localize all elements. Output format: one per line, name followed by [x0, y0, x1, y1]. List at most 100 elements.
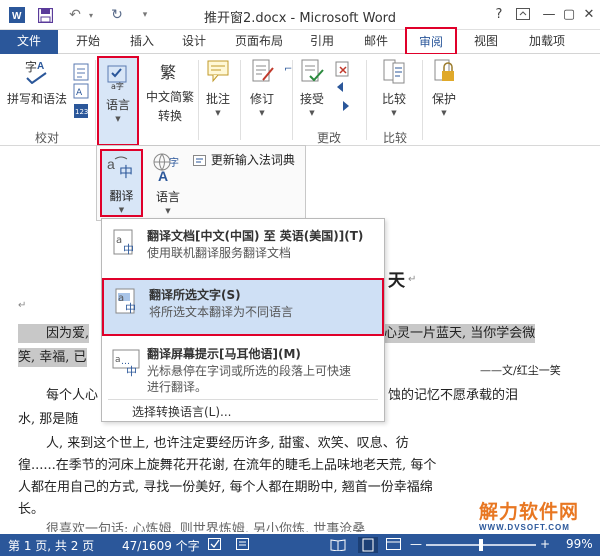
changes-small-icons[interactable]	[334, 60, 352, 122]
menu-item-translate-document[interactable]: a中 翻译文档[中文(中国) 至 英语(美国)](T) 使用联机翻译服务翻译文档	[102, 221, 384, 275]
chevron-down-icon: ▼	[215, 109, 221, 117]
chevron-down-icon: ▼	[309, 109, 315, 117]
attribution-text: ——文/红尘一笑	[480, 364, 561, 377]
zoom-in-button[interactable]: +	[540, 537, 550, 551]
track-changes-button[interactable]: 修订 ▼	[244, 58, 280, 128]
svg-text:字: 字	[25, 59, 37, 74]
print-layout-icon[interactable]	[358, 537, 378, 553]
svg-text:a: a	[118, 293, 124, 304]
status-bar: 第 1 页, 共 2 页 47/1609 个字 — + 99%	[0, 534, 600, 556]
translate-dropdown: a中 翻译文档[中文(中国) 至 英语(美国)](T) 使用联机翻译服务翻译文档…	[101, 218, 385, 422]
group-separator	[292, 60, 293, 140]
track-changes-icon	[249, 58, 275, 84]
read-mode-icon[interactable]	[330, 538, 346, 554]
group-separator	[240, 60, 241, 140]
group-proofing-label: 校对	[34, 131, 59, 145]
comment-button[interactable]: 批注 ▼	[200, 58, 236, 128]
spelling-icon: 字A	[24, 58, 50, 85]
compare-icon	[381, 58, 407, 84]
update-ime-button[interactable]: 更新输入法词典	[193, 151, 295, 168]
ribbon-review: 字A 拼写和语法 A 123 校对 a字 语言 ▼ 繁 中文简繁 转换 批注 ▼	[0, 54, 600, 146]
compare-button[interactable]: 比较 ▼	[372, 58, 416, 128]
doc-line: 徨......在季节的河床上旋舞花开花谢, 在流年的睫毛上品味地老天荒, 每个	[18, 458, 437, 473]
translate-selection-icon: a中	[114, 288, 142, 318]
chinese-conversion-button[interactable]: 繁 中文简繁 转换	[143, 58, 197, 128]
lock-icon	[431, 58, 457, 84]
doc-line: 因为爱,	[18, 322, 90, 343]
svg-text:A: A	[37, 61, 44, 72]
language-button[interactable]: a字 语言 ▼	[97, 56, 139, 146]
close-button[interactable]: ✕	[578, 4, 600, 24]
tab-page-layout[interactable]: 页面布局	[226, 30, 292, 54]
svg-text:a: a	[115, 355, 121, 365]
tab-mailings[interactable]: 邮件	[354, 30, 398, 54]
window-title: 推开窗2.docx - Microsoft Word	[203, 11, 397, 26]
translate-document-icon: a中	[112, 229, 140, 259]
site-logo-watermark: 解力软件网 WWW.DVSOFT.COM	[479, 501, 580, 532]
ribbon-tabs: 文件 开始 插入 设计 页面布局 引用 邮件 审阅 视图 加载项	[0, 27, 600, 55]
tab-design[interactable]: 设计	[172, 30, 216, 54]
svg-text:A: A	[158, 168, 168, 182]
chevron-down-icon: ▼	[441, 109, 447, 117]
translate-button[interactable]: a中 翻译 ▼	[100, 149, 143, 217]
menu-item-translate-selection[interactable]: a中 翻译所选文字(S) 将所选文本翻译为不同语言	[102, 278, 384, 336]
group-separator	[198, 60, 199, 140]
zoom-level[interactable]: 99%	[566, 537, 593, 551]
svg-text:a字: a字	[111, 81, 124, 90]
macro-icon[interactable]	[236, 538, 250, 554]
menu-item-choose-language[interactable]: 选择转换语言(L)...	[132, 403, 232, 420]
group-separator	[95, 60, 96, 140]
update-dictionary-icon	[193, 154, 207, 167]
menu-item-translate-mini[interactable]: a… 中 翻译屏幕提示[马耳他语](M) 光标悬停在字词或所选的段落上可快速 进行…	[102, 339, 384, 399]
doc-line: 蚀的记忆不愿承载的泪	[388, 388, 519, 403]
tab-review[interactable]: 审阅	[405, 27, 457, 55]
chevron-down-icon: ▼	[259, 109, 265, 117]
paragraph-mark: ↵	[408, 274, 417, 285]
zoom-out-button[interactable]: —	[410, 537, 422, 551]
tab-references[interactable]: 引用	[300, 30, 344, 54]
svg-text:123: 123	[75, 108, 88, 116]
tab-file[interactable]: 文件	[0, 30, 58, 54]
title-bar: W ↶ ▾ ↻ ▾ 推开窗2.docx - Microsoft Word ? —…	[0, 0, 600, 30]
help-button[interactable]: ?	[488, 4, 510, 24]
tab-addins[interactable]: 加载项	[518, 30, 576, 54]
web-layout-icon[interactable]	[386, 538, 402, 554]
chevron-down-icon: ▼	[115, 115, 121, 123]
group-changes-label: 更改	[316, 131, 341, 145]
minimize-button[interactable]: —	[538, 4, 560, 24]
proofing-small-icons: A 123	[72, 62, 90, 122]
chevron-down-icon: ▼	[165, 207, 171, 215]
set-language-button[interactable]: 字A 语言 ▼	[147, 150, 189, 216]
doc-line: 很喜欢一句话: 心炼姆, 则世界炼姆, 另小你炼, 世事沧桑	[46, 522, 366, 532]
protect-button[interactable]: 保护 ▼	[424, 58, 464, 128]
svg-text:a: a	[107, 156, 115, 172]
word-count[interactable]: 47/1609 个字	[122, 537, 200, 554]
chevron-down-icon: ▼	[118, 206, 125, 214]
tab-view[interactable]: 视图	[466, 30, 506, 54]
doc-line: 心灵一片蓝天, 当你学会微	[384, 324, 536, 343]
svg-text:繁: 繁	[160, 63, 176, 82]
zoom-slider-thumb[interactable]	[479, 539, 483, 551]
chevron-down-icon: ▼	[391, 109, 397, 117]
page-count[interactable]: 第 1 页, 共 2 页	[8, 537, 94, 554]
proofing-status-icon[interactable]	[208, 538, 222, 554]
restore-button[interactable]: ▢	[558, 4, 580, 24]
document-heading: 天	[388, 271, 405, 291]
svg-text:中: 中	[125, 302, 136, 315]
tab-insert[interactable]: 插入	[120, 30, 164, 54]
svg-text:中: 中	[119, 165, 133, 181]
accept-button[interactable]: 接受 ▼	[294, 58, 330, 128]
spelling-grammar-button[interactable]: 字A 拼写和语法	[4, 58, 70, 128]
ribbon-display-icon[interactable]	[512, 4, 534, 24]
svg-text:中: 中	[123, 243, 134, 256]
svg-text:A: A	[76, 88, 83, 98]
language-submenu: a中 翻译 ▼ 字A 语言 ▼ 更新输入法词典	[96, 145, 306, 221]
doc-line: 笑, 幸福, 已	[18, 348, 87, 367]
globe-language-icon: 字A	[152, 152, 184, 184]
accept-icon	[299, 58, 325, 84]
group-compare-label: 比较	[382, 131, 407, 145]
svg-text:中: 中	[126, 365, 137, 377]
chinese-conversion-icon: 繁	[157, 58, 183, 84]
tab-home[interactable]: 开始	[66, 30, 110, 54]
translate-icon: a中	[107, 155, 137, 183]
